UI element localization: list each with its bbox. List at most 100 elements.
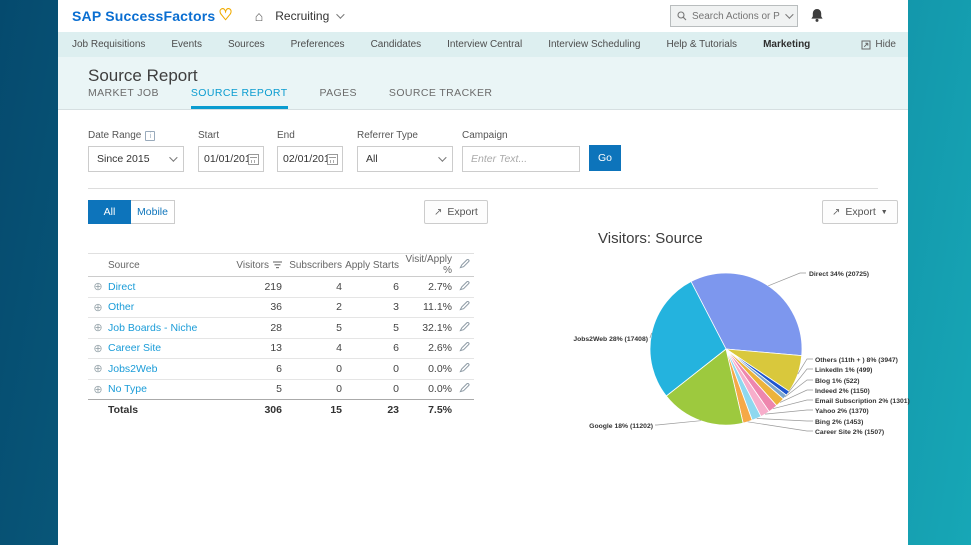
subscribers-value: 0	[284, 383, 344, 395]
nav-item-help-tutorials[interactable]: Help & Tutorials	[666, 39, 737, 50]
calendar-icon[interactable]	[248, 154, 259, 165]
table-row: ⊕Other362311.1%	[88, 298, 474, 319]
expand-row-icon[interactable]: ⊕	[88, 383, 108, 396]
app-window: SAP SuccessFactors ♡ ⌂ Recruiting Job Re…	[58, 0, 908, 545]
heart-icon: ♡	[218, 8, 232, 24]
expand-row-icon[interactable]: ⊕	[88, 342, 108, 355]
title-band: Source Report MARKET JOBSOURCE REPORTPAG…	[58, 57, 908, 110]
campaign-input-box[interactable]	[462, 146, 580, 172]
apply-starts-value: 3	[344, 301, 401, 313]
export-label: Export	[845, 206, 875, 218]
pie-leader-line	[765, 410, 813, 414]
date-range-select[interactable]: Since 2015	[88, 146, 184, 172]
source-link[interactable]: Job Boards - Niche	[108, 322, 218, 334]
section-divider	[88, 188, 878, 189]
source-link[interactable]: Direct	[108, 281, 218, 293]
nav-item-candidates[interactable]: Candidates	[371, 39, 422, 50]
hide-label: Hide	[875, 39, 896, 50]
end-date-value[interactable]	[283, 153, 327, 165]
export-menu-button[interactable]: ↗ Export ▼	[822, 200, 898, 224]
row-settings-wrench-icon[interactable]	[454, 382, 474, 396]
nav-item-preferences[interactable]: Preferences	[291, 39, 345, 50]
visitors-value: 5	[218, 383, 284, 395]
row-settings-wrench-icon[interactable]	[454, 300, 474, 314]
row-settings-wrench-icon[interactable]	[454, 280, 474, 294]
nav-item-interview-scheduling[interactable]: Interview Scheduling	[548, 39, 640, 50]
subscribers-value: 2	[284, 301, 344, 313]
filter-mobile-button[interactable]: Mobile	[131, 200, 175, 224]
col-subscribers[interactable]: Subscribers	[284, 260, 344, 271]
visitors-value: 36	[218, 301, 284, 313]
filter-bar: Date Rangei Since 2015 Start End Referre…	[58, 110, 908, 188]
visit-apply-value: 11.1%	[401, 301, 454, 313]
row-settings-wrench-icon[interactable]	[454, 321, 474, 335]
home-icon[interactable]: ⌂	[255, 8, 263, 24]
col-source[interactable]: Source	[108, 260, 218, 271]
start-date-value[interactable]	[204, 153, 248, 165]
col-visitors[interactable]: Visitors	[218, 260, 284, 271]
col-visit-apply[interactable]: Visit/Apply %	[401, 254, 454, 276]
visit-apply-value: 0.0%	[401, 383, 454, 395]
chevron-down-icon	[169, 153, 177, 161]
row-settings-wrench-icon[interactable]	[454, 362, 474, 376]
global-search[interactable]	[670, 5, 798, 27]
visit-apply-value: 2.6%	[401, 342, 454, 354]
export-arrow-icon: ↗	[434, 207, 442, 218]
table-body: ⊕Direct219462.7%⊕Other362311.1%⊕Job Boar…	[88, 277, 474, 400]
tab-source-tracker[interactable]: SOURCE TRACKER	[389, 87, 492, 109]
expand-row-icon[interactable]: ⊕	[88, 362, 108, 375]
top-bar: SAP SuccessFactors ♡ ⌂ Recruiting	[58, 0, 908, 32]
pie-label-direct: Direct 34% (20725)	[809, 271, 869, 278]
pie-label-jobs2web: Jobs2Web 28% (17408)	[573, 336, 648, 343]
pie-label-yahoo: Yahoo 2% (1370)	[815, 408, 869, 415]
row-settings-wrench-icon[interactable]	[454, 341, 474, 355]
notifications-bell-icon[interactable]	[810, 8, 824, 28]
tab-pages[interactable]: PAGES	[320, 87, 357, 109]
col-apply-starts[interactable]: Apply Starts	[344, 260, 401, 271]
expand-row-icon[interactable]: ⊕	[88, 280, 108, 293]
settings-wrench-icon[interactable]	[454, 258, 474, 272]
source-link[interactable]: Other	[108, 301, 218, 313]
subscribers-value: 4	[284, 342, 344, 354]
expand-row-icon[interactable]: ⊕	[88, 321, 108, 334]
source-link[interactable]: No Type	[108, 383, 218, 395]
calendar-icon[interactable]	[327, 154, 338, 165]
table-row: ⊕Jobs2Web6000.0%	[88, 359, 474, 380]
totals-visit-apply: 7.5%	[401, 404, 454, 416]
nav-item-marketing[interactable]: Marketing	[763, 39, 810, 50]
start-date-input[interactable]	[198, 146, 264, 172]
tab-source-report[interactable]: SOURCE REPORT	[191, 87, 288, 109]
visitors-source-chart-panel: Direct 34% (20725)Others (11th + ) 8% (3…	[564, 228, 914, 453]
referrer-type-select[interactable]: All	[357, 146, 453, 172]
report-tabs: MARKET JOB SOURCE REPORT PAGES SOURCE TRACK…	[88, 87, 492, 109]
logo-text: SAP SuccessFactors	[72, 8, 215, 24]
apply-starts-value: 0	[344, 383, 401, 395]
nav-item-interview-central[interactable]: Interview Central	[447, 39, 522, 50]
filter-all-button[interactable]: All	[88, 200, 131, 224]
module-switcher[interactable]: Recruiting	[275, 9, 342, 23]
source-link[interactable]: Jobs2Web	[108, 363, 218, 375]
pie-label-email-subscription: Email Subscription 2% (1301)	[815, 398, 910, 405]
nav-item-events[interactable]: Events	[171, 39, 202, 50]
hide-icon	[861, 40, 871, 50]
pie-label-blog: Blog 1% (522)	[815, 378, 860, 385]
go-button[interactable]: Go	[589, 145, 621, 171]
tab-market-job[interactable]: MARKET JOB	[88, 87, 159, 109]
expand-row-icon[interactable]: ⊕	[88, 301, 108, 314]
sap-successfactors-logo: SAP SuccessFactors ♡	[72, 8, 233, 24]
hide-button[interactable]: Hide	[861, 32, 896, 57]
start-label: Start	[198, 130, 219, 141]
visitors-value: 13	[218, 342, 284, 354]
search-icon	[677, 11, 687, 21]
nav-item-sources[interactable]: Sources	[228, 39, 265, 50]
visitors-source-pie-chart: Direct 34% (20725)Others (11th + ) 8% (3…	[564, 228, 914, 453]
campaign-input[interactable]	[471, 153, 571, 165]
export-button[interactable]: ↗ Export	[424, 200, 488, 224]
filter-funnel-icon[interactable]	[273, 261, 282, 269]
source-link[interactable]: Career Site	[108, 342, 218, 354]
info-icon[interactable]: i	[145, 131, 155, 141]
nav-item-job-requisitions[interactable]: Job Requisitions	[72, 39, 145, 50]
search-input[interactable]	[692, 11, 780, 22]
campaign-label: Campaign	[462, 130, 508, 141]
end-date-input[interactable]	[277, 146, 343, 172]
